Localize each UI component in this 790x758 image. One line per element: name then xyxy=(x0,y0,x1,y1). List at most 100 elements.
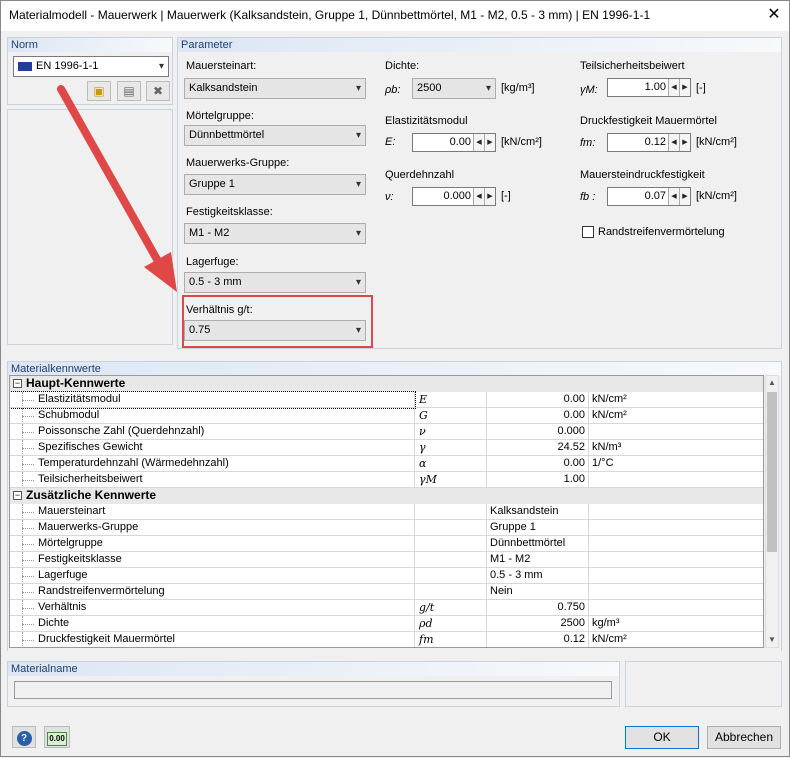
row-text-value: Dünnbettmörtel xyxy=(487,536,589,552)
querdehnzahl-value: 0.000 xyxy=(443,190,471,202)
close-icon[interactable]: ✕ xyxy=(761,4,787,26)
table-row[interactable]: Mauersteinart Kalksandstein xyxy=(10,504,763,520)
ok-button[interactable]: OK xyxy=(625,726,699,749)
help-button[interactable]: ? xyxy=(12,726,36,748)
row-text-value: 0.5 - 3 mm xyxy=(487,568,589,584)
table-row[interactable]: Elastizitätsmodul E 0.00 kN/cm² xyxy=(10,391,763,409)
spin-up-icon[interactable]: ▶ xyxy=(679,188,690,205)
scroll-thumb[interactable] xyxy=(767,392,777,552)
table-row[interactable]: Festigkeitsklasse M1 - M2 xyxy=(10,552,763,568)
norm-group: Norm EN 1996-1-1 ▾ ▣ ▤ ✖ xyxy=(7,37,173,105)
materialname-field[interactable] xyxy=(14,681,612,699)
mauerwerksgruppe-value: Gruppe 1 xyxy=(189,178,235,190)
window-title: Materialmodell - Mauerwerk | Mauerwerk (… xyxy=(9,8,651,22)
spin-up-icon[interactable]: ▶ xyxy=(484,134,495,151)
row-value: 2500 xyxy=(487,616,589,632)
collapse-icon[interactable]: − xyxy=(13,491,22,501)
table-row[interactable]: Mauerwerks-Gruppe Gruppe 1 xyxy=(10,520,763,536)
table-row[interactable]: Temperaturdehnzahl (Wärmedehnzahl) α 0.00 1… xyxy=(10,456,763,472)
row-symbol: ρd xyxy=(415,616,487,632)
chevron-down-icon: ▾ xyxy=(355,130,361,141)
teilsicherheit-value: 1.00 xyxy=(644,81,666,93)
chevron-down-icon: ▾ xyxy=(355,83,361,94)
scroll-down-icon[interactable]: ▼ xyxy=(768,635,776,644)
querdehnzahl-symbol: ν: xyxy=(385,191,394,203)
lagerfuge-value: 0.5 - 3 mm xyxy=(189,276,242,288)
row-unit xyxy=(589,536,763,552)
spin-down-icon[interactable]: ◀ xyxy=(473,134,484,151)
druck-moertel-value: 0.12 xyxy=(644,136,666,148)
materialname-header: Materialname xyxy=(8,662,619,676)
emodul-value: 0.00 xyxy=(449,136,471,148)
dichte-select[interactable]: 2500 ▾ xyxy=(412,78,496,99)
teilsicherheit-input[interactable]: 1.00 ◀ ▶ xyxy=(607,78,691,97)
table-section-row[interactable]: − Zusätzliche Kennwerte xyxy=(10,488,763,504)
table-row[interactable]: Lagerfuge 0.5 - 3 mm xyxy=(10,568,763,584)
row-unit xyxy=(589,520,763,536)
mauerwerksgruppe-select[interactable]: Gruppe 1 ▾ xyxy=(184,174,366,195)
row-name: Mörtelgruppe xyxy=(10,536,415,552)
row-symbol: γ xyxy=(415,440,487,456)
scroll-up-icon[interactable]: ▲ xyxy=(768,378,776,387)
title-bar: Materialmodell - Mauerwerk | Mauerwerk (… xyxy=(1,1,789,31)
teilsicherheit-label: Teilsicherheitsbeiwert xyxy=(580,60,685,72)
cancel-button[interactable]: Abbrechen xyxy=(707,726,781,749)
spin-up-icon[interactable]: ▶ xyxy=(679,134,690,151)
festigkeitsklasse-value: M1 - M2 xyxy=(189,227,230,239)
lagerfuge-select[interactable]: 0.5 - 3 mm ▾ xyxy=(184,272,366,293)
table-row[interactable]: Teilsicherheitsbeiwert γM 1.00 xyxy=(10,472,763,488)
druck-moertel-label: Druckfestigkeit Mauermörtel xyxy=(580,115,717,127)
collapse-icon[interactable]: − xyxy=(13,379,22,389)
row-symbol xyxy=(415,504,487,520)
edit-norm-button[interactable]: ▤ xyxy=(117,81,141,101)
table-scrollbar[interactable]: ▲ ▼ xyxy=(765,375,779,648)
parameter-group: Parameter Mauersteinart: Kalksandstein ▾… xyxy=(177,37,782,349)
spin-down-icon[interactable]: ◀ xyxy=(473,188,484,205)
mauersteinart-value: Kalksandstein xyxy=(189,82,258,94)
festigkeitsklasse-select[interactable]: M1 - M2 ▾ xyxy=(184,223,366,244)
table-row[interactable]: Randstreifenvermörtelung Nein xyxy=(10,584,763,600)
table-row[interactable]: Schubmodul G 0.00 kN/cm² xyxy=(10,408,763,424)
units-button[interactable]: 0.00 xyxy=(44,726,70,748)
row-value: 0.00 xyxy=(487,392,589,408)
row-unit xyxy=(589,424,763,440)
table-row[interactable]: Poissonsche Zahl (Querdehnzahl) ν 0.000 xyxy=(10,424,763,440)
verhaeltnis-select[interactable]: 0.75 ▾ xyxy=(184,320,366,341)
druck-stein-input[interactable]: 0.07 ◀ ▶ xyxy=(607,187,691,206)
row-unit xyxy=(589,552,763,568)
delete-norm-button[interactable]: ✖ xyxy=(146,81,170,101)
emodul-input[interactable]: 0.00 ◀ ▶ xyxy=(412,133,496,152)
table-row[interactable]: Mörtelgruppe Dünnbettmörtel xyxy=(10,536,763,552)
table-row[interactable]: Spezifisches Gewicht γ 24.52 kN/m³ xyxy=(10,440,763,456)
chevron-down-icon: ▾ xyxy=(355,228,361,239)
row-name: Mauerwerks-Gruppe xyxy=(10,520,415,536)
table-row[interactable]: Dichte ρd 2500 kg/m³ xyxy=(10,616,763,632)
new-norm-button[interactable]: ▣ xyxy=(87,81,111,101)
table-row[interactable]: Verhältnis g/t 0.750 xyxy=(10,600,763,616)
row-value: 0.12 xyxy=(487,632,589,647)
druck-moertel-input[interactable]: 0.12 ◀ ▶ xyxy=(607,133,691,152)
spin-up-icon[interactable]: ▶ xyxy=(484,188,495,205)
table-section-row[interactable]: − Haupt-Kennwerte xyxy=(10,376,763,392)
row-name: Verhältnis xyxy=(10,600,415,616)
table-row[interactable]: Druckfestigkeit Mauermörtel fm 0.12 kN/cm² xyxy=(10,632,763,647)
row-unit xyxy=(589,504,763,520)
querdehnzahl-input[interactable]: 0.000 ◀ ▶ xyxy=(412,187,496,206)
querdehnzahl-unit: [-] xyxy=(501,190,511,202)
spin-down-icon[interactable]: ◀ xyxy=(668,188,679,205)
teilsicherheit-unit: [-] xyxy=(696,82,706,94)
row-name: Dichte xyxy=(10,616,415,632)
row-unit xyxy=(589,584,763,600)
moertelgruppe-select[interactable]: Dünnbettmörtel ▾ xyxy=(184,125,366,146)
spin-down-icon[interactable]: ◀ xyxy=(668,79,679,96)
norm-select[interactable]: EN 1996-1-1 ▾ xyxy=(13,56,169,77)
materialkennwerte-header: Materialkennwerte xyxy=(8,362,781,376)
randstreifen-label: Randstreifenvermörtelung xyxy=(598,226,725,238)
spin-up-icon[interactable]: ▶ xyxy=(679,79,690,96)
chevron-down-icon: ▾ xyxy=(355,277,361,288)
emodul-label: Elastizitätsmodul xyxy=(385,115,468,127)
row-unit: kN/cm² xyxy=(589,632,763,647)
mauersteinart-select[interactable]: Kalksandstein ▾ xyxy=(184,78,366,99)
randstreifen-checkbox[interactable] xyxy=(582,226,594,238)
spin-down-icon[interactable]: ◀ xyxy=(668,134,679,151)
